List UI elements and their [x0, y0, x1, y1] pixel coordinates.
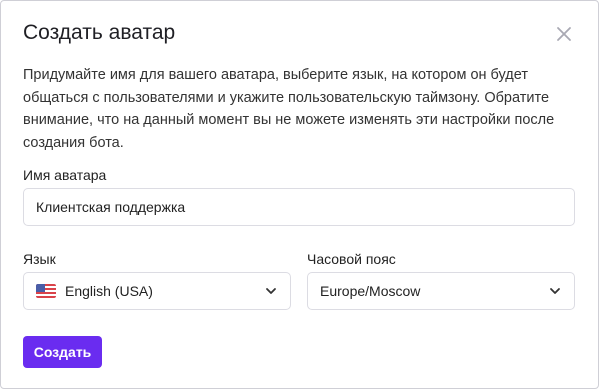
language-label: Язык	[23, 251, 56, 267]
language-value: English (USA)	[65, 283, 153, 299]
chevron-down-icon	[266, 288, 276, 294]
chevron-down-icon	[550, 288, 560, 294]
avatar-name-input[interactable]	[24, 199, 574, 215]
language-select[interactable]: English (USA)	[23, 272, 291, 310]
timezone-value: Europe/Moscow	[320, 283, 421, 299]
us-flag-icon	[36, 284, 56, 298]
create-button[interactable]: Создать	[23, 336, 102, 368]
timezone-label: Часовой пояс	[307, 251, 396, 267]
dialog-title: Создать аватар	[23, 21, 176, 44]
dialog-description: Придумайте имя для вашего аватара, выбер…	[23, 67, 555, 151]
avatar-name-label: Имя аватара	[23, 167, 107, 183]
avatar-name-field[interactable]	[23, 188, 575, 226]
timezone-select[interactable]: Europe/Moscow	[307, 272, 575, 310]
create-avatar-dialog: Создать аватар Придумайте имя для вашего…	[0, 0, 599, 389]
close-icon[interactable]	[553, 23, 575, 45]
